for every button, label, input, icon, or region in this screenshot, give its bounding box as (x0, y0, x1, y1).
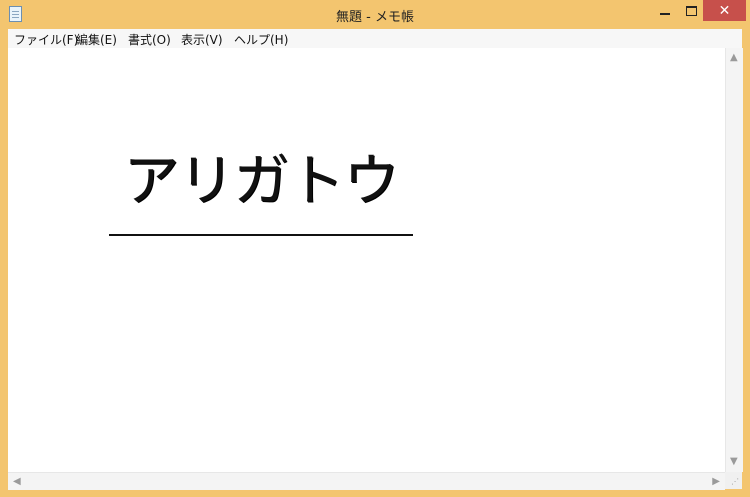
scroll-left-icon[interactable]: ◀ (13, 477, 21, 487)
notepad-window: 無題 - メモ帳 ✕ ファイル(F) 編集(E) 書式(O) 表示(V) ヘルプ… (0, 0, 750, 497)
menu-file[interactable]: ファイル(F) (14, 31, 78, 48)
scroll-right-icon[interactable]: ▶ (712, 477, 720, 487)
resize-grip-icon[interactable]: ⋰ (731, 478, 739, 486)
menu-view[interactable]: 表示(V) (181, 31, 223, 48)
text-editor[interactable]: アリガトウ (8, 48, 725, 472)
title-bar[interactable]: 無題 - メモ帳 ✕ (0, 0, 750, 29)
scroll-up-icon[interactable]: ▲ (730, 53, 738, 63)
scroll-down-icon[interactable]: ▼ (730, 457, 738, 467)
window-title: 無題 - メモ帳 (336, 10, 414, 25)
menu-format[interactable]: 書式(O) (128, 31, 171, 48)
menu-help[interactable]: ヘルプ(H) (234, 31, 288, 48)
minimize-icon (660, 12, 670, 15)
minimize-button[interactable] (652, 0, 678, 21)
document-text[interactable]: アリガトウ (109, 146, 413, 218)
maximize-icon (685, 5, 697, 16)
close-icon: ✕ (718, 2, 731, 19)
menu-bar: ファイル(F) 編集(E) 書式(O) 表示(V) ヘルプ(H) (8, 29, 742, 49)
resize-corner[interactable]: ⋰ (725, 472, 742, 489)
selected-text-line[interactable]: アリガトウ (109, 146, 413, 236)
menu-edit[interactable]: 編集(E) (76, 31, 117, 48)
close-button[interactable]: ✕ (703, 0, 746, 21)
maximize-button[interactable] (678, 0, 704, 21)
horizontal-scrollbar[interactable]: ◀ ▶ (8, 472, 725, 490)
vertical-scrollbar[interactable]: ▲ ▼ (725, 48, 743, 472)
